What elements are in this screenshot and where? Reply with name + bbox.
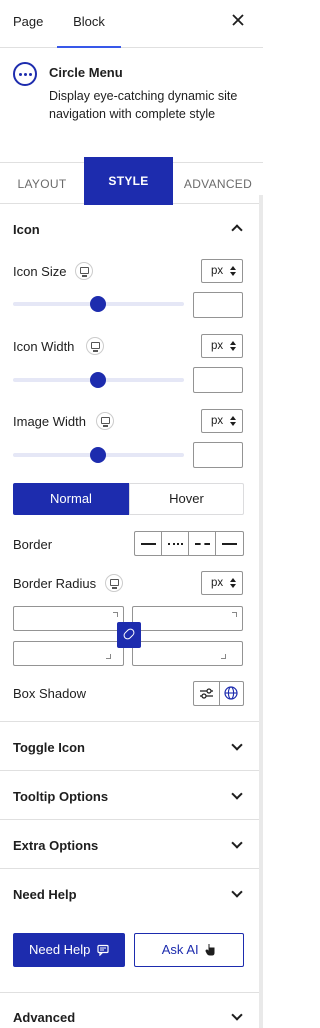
radius-bottom-right-input[interactable] (132, 641, 243, 666)
border-style-group (134, 531, 244, 556)
desktop-icon[interactable] (75, 262, 93, 280)
border-radius-label: Border Radius (13, 576, 97, 591)
panel-title-tooltip-options[interactable]: Tooltip Options (13, 789, 108, 804)
block-description: Display eye-catching dynamic site naviga… (49, 89, 238, 121)
border-radius-unit-select[interactable]: px (201, 571, 243, 595)
block-title: Circle Menu (49, 65, 123, 80)
style-tabs: LAYOUT STYLE ADVANCED (0, 157, 263, 205)
globe-icon[interactable] (224, 686, 238, 700)
pointer-hand-icon (205, 944, 215, 956)
separator (0, 992, 263, 993)
icon-width-label: Icon Width (13, 339, 75, 354)
sliders-icon[interactable] (199, 687, 214, 700)
link-icon (121, 626, 137, 642)
panel-title-toggle-icon[interactable]: Toggle Icon (13, 740, 85, 755)
chevron-down-icon[interactable] (231, 1009, 243, 1021)
tab-layout[interactable]: LAYOUT (0, 163, 84, 205)
close-icon[interactable] (231, 13, 245, 27)
separator (0, 721, 263, 722)
radius-top-right-input[interactable] (132, 606, 243, 631)
need-help-button[interactable]: Need Help (13, 933, 125, 967)
ask-ai-button[interactable]: Ask AI (134, 933, 244, 967)
separator (0, 868, 263, 869)
chevron-down-icon[interactable] (231, 788, 243, 800)
desktop-icon[interactable] (86, 337, 104, 355)
icon-width-input[interactable] (193, 367, 243, 393)
need-help-button-label: Need Help (28, 942, 91, 957)
panel-title-advanced[interactable]: Advanced (13, 1010, 75, 1025)
border-solid-button[interactable] (135, 532, 162, 555)
border-label: Border (13, 537, 53, 552)
border-double-button[interactable] (216, 532, 243, 555)
tab-style[interactable]: STYLE (84, 157, 173, 205)
panel-title-need-help[interactable]: Need Help (13, 887, 77, 902)
state-normal-button[interactable]: Normal (13, 483, 129, 515)
image-width-input[interactable] (193, 442, 243, 468)
panel-title-icon[interactable]: Icon (13, 222, 40, 237)
icon-size-label: Icon Size (13, 264, 67, 279)
scrollbar[interactable] (259, 195, 263, 1028)
border-dotted-button[interactable] (162, 532, 189, 555)
chevron-down-icon[interactable] (231, 886, 243, 898)
chevron-down-icon[interactable] (231, 739, 243, 751)
chevron-up-icon[interactable] (231, 224, 243, 236)
ask-ai-button-label: Ask AI (161, 942, 199, 957)
chat-icon (97, 944, 109, 956)
tab-page[interactable]: Page (13, 0, 43, 48)
chevron-down-icon[interactable] (231, 837, 243, 849)
link-values-button[interactable] (117, 622, 141, 648)
icon-size-unit-select[interactable]: px (201, 259, 243, 283)
desktop-icon[interactable] (105, 574, 123, 592)
radius-top-left-input[interactable] (13, 606, 124, 631)
icon-size-slider-handle[interactable] (90, 296, 106, 312)
ellipsis-circle-icon (13, 62, 37, 86)
image-width-slider-handle[interactable] (90, 447, 106, 463)
image-width-unit-select[interactable]: px (201, 409, 243, 433)
desktop-icon[interactable] (96, 412, 114, 430)
tab-block[interactable]: Block (57, 0, 121, 48)
separator (0, 819, 263, 820)
sidebar-header: Page Block (0, 0, 263, 48)
box-shadow-controls (193, 681, 244, 706)
panel-title-extra-options[interactable]: Extra Options (13, 838, 98, 853)
radius-bottom-left-input[interactable] (13, 641, 124, 666)
separator (0, 770, 263, 771)
image-width-label: Image Width (13, 414, 86, 429)
tab-advanced[interactable]: ADVANCED (173, 163, 263, 205)
box-shadow-label: Box Shadow (13, 686, 86, 701)
border-dashed-button[interactable] (189, 532, 216, 555)
icon-size-input[interactable] (193, 292, 243, 318)
state-hover-button[interactable]: Hover (129, 483, 244, 515)
icon-width-slider-handle[interactable] (90, 372, 106, 388)
icon-width-unit-select[interactable]: px (201, 334, 243, 358)
